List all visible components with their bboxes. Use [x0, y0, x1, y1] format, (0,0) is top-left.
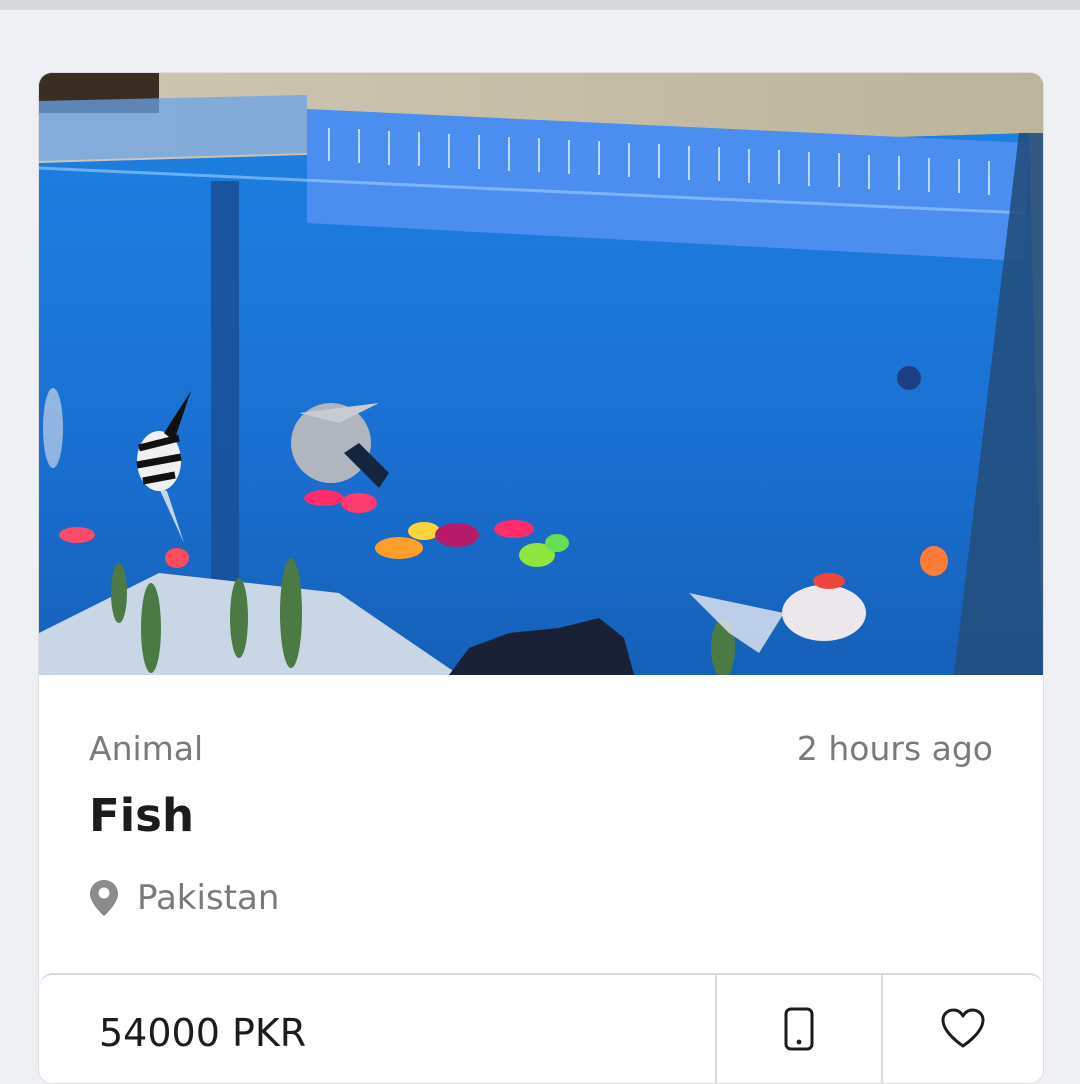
listing-category: Animal	[89, 729, 204, 768]
location-label: Pakistan	[137, 878, 280, 918]
top-bar	[0, 0, 1080, 10]
phone-icon	[784, 1007, 814, 1055]
listing-card[interactable]: Animal 2 hours ago Fish Pakistan 54000 P…	[38, 72, 1044, 1084]
listing-details: Animal 2 hours ago Fish Pakistan	[39, 675, 1043, 975]
favorite-button[interactable]	[881, 975, 1043, 1083]
listing-footer: 54000 PKR	[39, 973, 1043, 1083]
aquarium-image	[39, 73, 1043, 675]
heart-icon	[940, 1007, 986, 1053]
location-pin-icon	[89, 878, 121, 918]
call-button[interactable]	[715, 975, 881, 1083]
listing-title[interactable]: Fish	[89, 789, 194, 842]
listing-photo[interactable]	[39, 73, 1043, 675]
listing-price: 54000 PKR	[99, 1011, 307, 1055]
listing-posted-time: 2 hours ago	[796, 729, 993, 768]
listing-location: Pakistan	[89, 873, 279, 923]
